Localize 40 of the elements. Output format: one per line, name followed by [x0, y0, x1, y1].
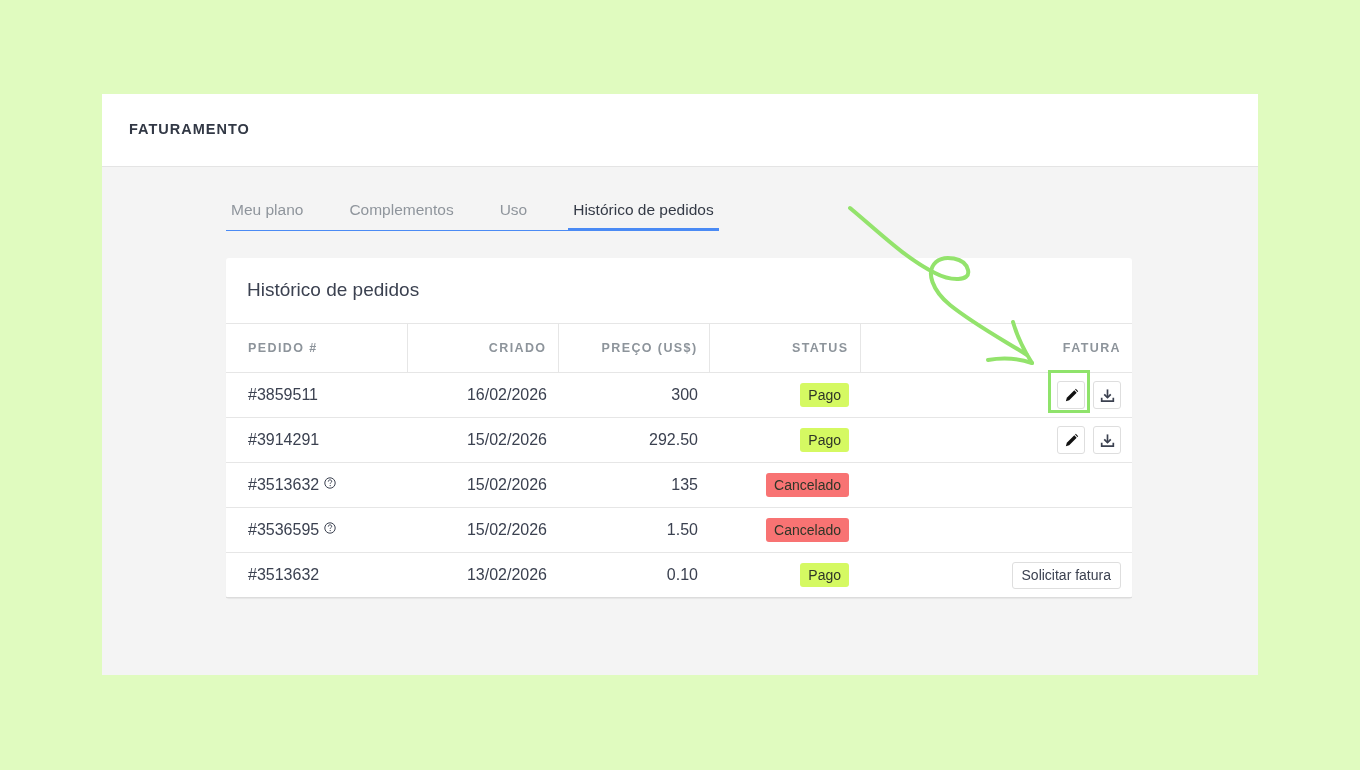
status-tag: Pago: [800, 563, 849, 587]
date-cell: 16/02/2026: [407, 372, 558, 418]
date-cell: 15/02/2026: [407, 462, 558, 508]
order-number: #3513632: [248, 476, 320, 493]
download-icon: [1099, 432, 1115, 448]
download-button[interactable]: [1093, 426, 1121, 454]
pencil-icon: [1063, 432, 1079, 448]
column-header: FATURA: [860, 323, 1132, 373]
page-title: FATURAMENTO: [129, 121, 250, 139]
tab[interactable]: Complementos: [344, 197, 459, 231]
price-cell: 135: [558, 462, 709, 508]
column-header: STATUS: [709, 323, 860, 373]
price-cell: 292.50: [558, 417, 709, 463]
status-tag: Pago: [800, 428, 849, 452]
download-icon: [1099, 387, 1115, 403]
request-invoice-button[interactable]: Solicitar fatura: [1011, 561, 1121, 589]
tab[interactable]: Uso: [494, 197, 533, 231]
column-header: CRIADO: [407, 323, 558, 373]
status-tag: Cancelado: [766, 518, 849, 542]
edit-button[interactable]: [1057, 426, 1085, 454]
order-number: #3536595: [248, 521, 320, 538]
price-cell: 300: [558, 372, 709, 418]
order-number: #3914291: [248, 431, 320, 448]
status-tag: Cancelado: [766, 473, 849, 497]
edit-button[interactable]: [1057, 381, 1085, 409]
status-tag: Pago: [800, 383, 849, 407]
price-cell: 0.10: [558, 552, 709, 598]
date-cell: 15/02/2026: [407, 417, 558, 463]
tab[interactable]: Meu plano: [226, 197, 309, 231]
pencil-icon: [1063, 387, 1079, 403]
date-cell: 13/02/2026: [407, 552, 558, 598]
column-header: PREÇO (US$): [558, 323, 709, 373]
card-title: Histórico de pedidos: [246, 278, 421, 303]
tab[interactable]: Histórico de pedidos: [568, 197, 719, 231]
price-cell: 1.50: [558, 507, 709, 553]
order-number: #3513632: [248, 566, 320, 583]
date-cell: 15/02/2026: [407, 507, 558, 553]
column-header: PEDIDO #: [226, 323, 407, 373]
download-button[interactable]: [1093, 381, 1121, 409]
order-number: #3859511: [248, 386, 318, 403]
